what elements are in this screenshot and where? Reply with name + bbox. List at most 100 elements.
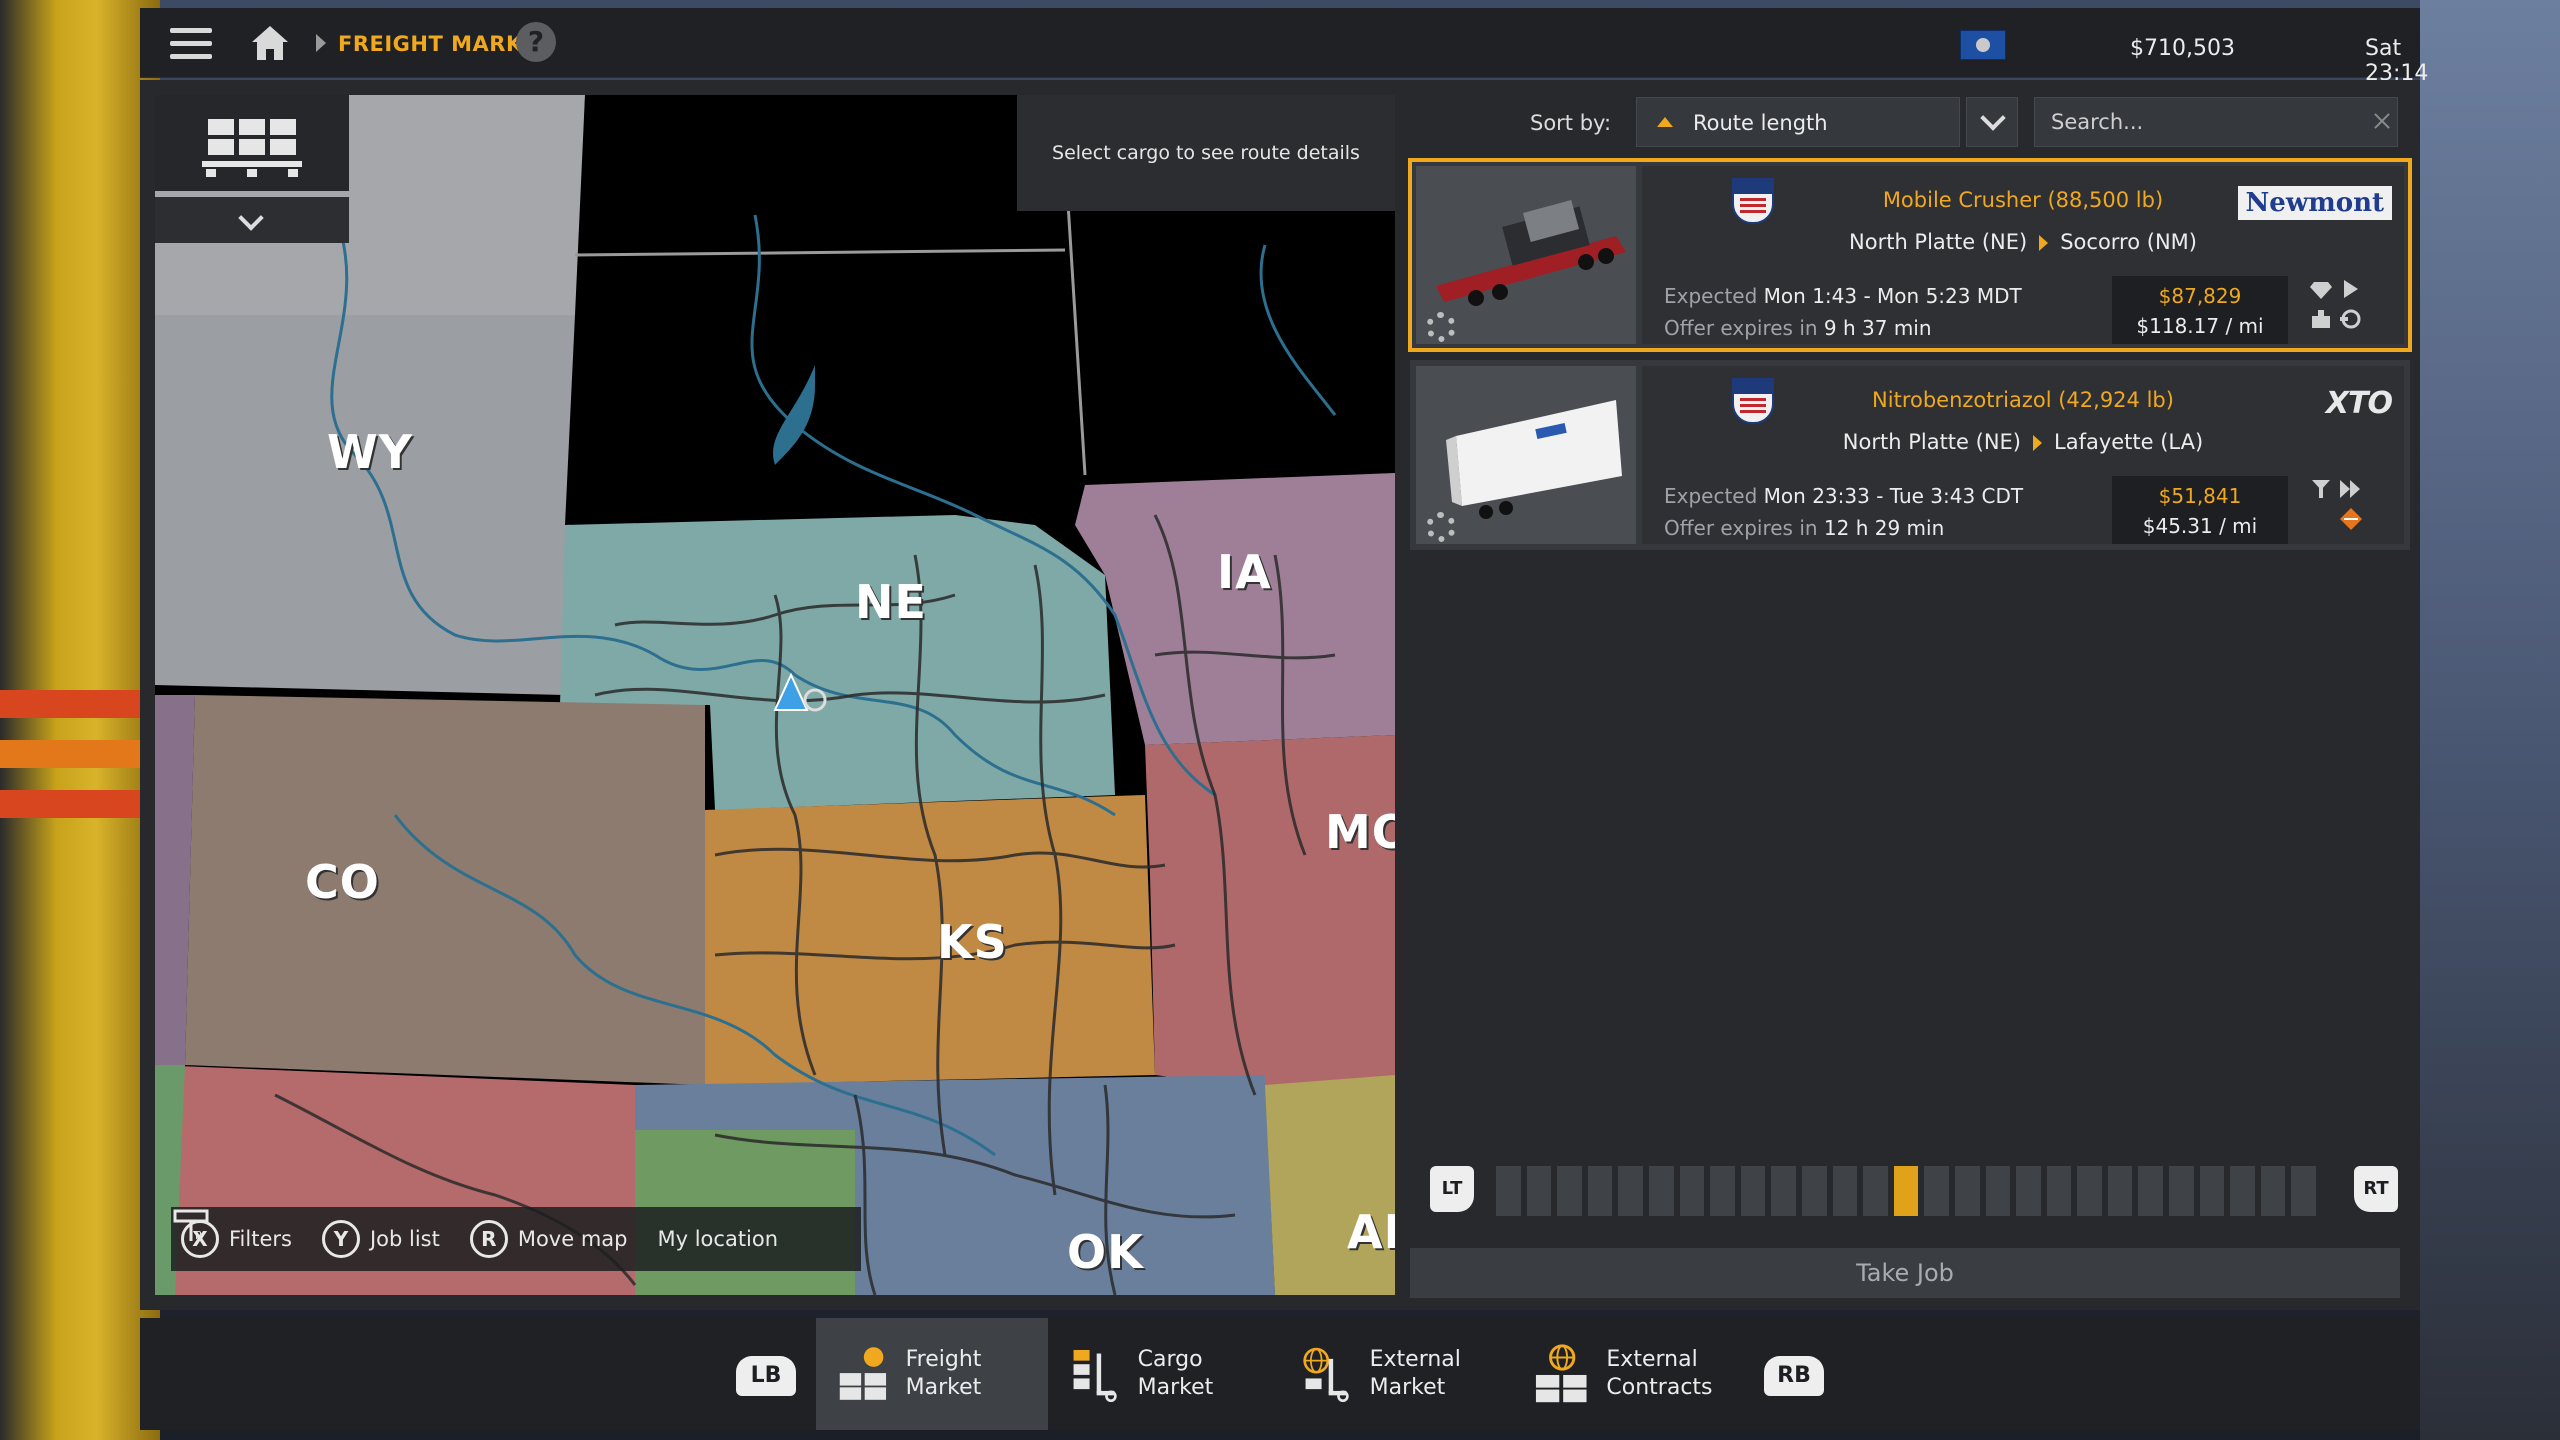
timeline-tick[interactable]	[2138, 1166, 2164, 1216]
my-location-label: My location	[657, 1227, 779, 1251]
xto-logo: XTO	[2325, 386, 2393, 421]
destination-city: Socorro (NM)	[2060, 230, 2197, 254]
lb-button[interactable]: LB	[736, 1356, 796, 1396]
my-location-icon: R	[173, 1209, 209, 1242]
timeline-tick[interactable]	[1618, 1166, 1643, 1216]
timeline-tick[interactable]	[1710, 1166, 1735, 1216]
search-input[interactable]	[2034, 97, 2398, 147]
timeline-tick[interactable]	[1740, 1166, 1766, 1216]
price-per-mile: $45.31 / mi	[2142, 514, 2258, 538]
move-map-control[interactable]: R Move map	[469, 1220, 628, 1258]
freight-market-icon	[839, 1347, 887, 1400]
hazardous-cargo-icon	[2340, 508, 2362, 530]
route-details-hint: Select cargo to see route details	[1017, 95, 1395, 211]
rb-button[interactable]: RB	[1764, 1356, 1824, 1396]
map-view-dropdown[interactable]	[155, 197, 349, 243]
help-icon[interactable]: ?	[516, 22, 556, 62]
state-label: NE	[855, 575, 927, 629]
sort-select[interactable]: Route length	[1636, 97, 1960, 147]
nav-freight-market[interactable]: Freight Market	[816, 1318, 1048, 1430]
cargo-view-toggle-button[interactable]	[155, 95, 349, 191]
pallet-cargo-icon	[202, 119, 302, 177]
job-list-control[interactable]: Y Job list	[321, 1220, 440, 1258]
job-price: $87,829	[2158, 284, 2242, 308]
map-canvas	[155, 95, 1395, 1295]
offer-expiry: Offer expires in 9 h 37 min	[1664, 316, 1932, 340]
timeline-tick[interactable]	[2107, 1166, 2133, 1216]
clear-search-icon[interactable]	[2372, 111, 2392, 131]
nav-external-market[interactable]: External Market	[1280, 1318, 1512, 1430]
state-label: AI	[1347, 1205, 1395, 1259]
timeline-tick[interactable]	[1496, 1166, 1521, 1216]
sort-ascending-icon	[1657, 117, 1673, 127]
price-box: $51,841 $45.31 / mi	[2112, 476, 2288, 544]
nav-label: Cargo Market	[1137, 1347, 1214, 1400]
lt-button[interactable]: LT	[1430, 1166, 1474, 1212]
timeline-tick[interactable]	[1985, 1166, 2011, 1216]
job-list-label: Job list	[369, 1227, 440, 1251]
timeline-tick[interactable]	[1863, 1166, 1888, 1216]
timeline-tick[interactable]	[2169, 1166, 2194, 1216]
timeline-tick[interactable]	[2291, 1166, 2317, 1216]
truck-stripe	[0, 690, 160, 718]
timeline-tick[interactable]	[2230, 1166, 2255, 1216]
timeline-tick[interactable]	[1801, 1166, 1827, 1216]
job-card[interactable]: Mobile Crusher (88,500 lb) Newmont North…	[1408, 158, 2412, 352]
state-label: OK	[1067, 1225, 1144, 1279]
timeline-tick[interactable]	[1648, 1166, 1674, 1216]
external-market-icon	[1303, 1347, 1349, 1403]
timeline-tick[interactable]	[1893, 1166, 1919, 1216]
offer-expiry: Offer expires in 12 h 29 min	[1664, 516, 1945, 540]
price-box: $87,829 $118.17 / mi	[2112, 276, 2288, 344]
price-per-mile: $118.17 / mi	[2136, 314, 2264, 338]
origin-city: North Platte (NE)	[1842, 430, 2021, 454]
job-details: Mobile Crusher (88,500 lb) Newmont North…	[1642, 166, 2404, 344]
job-attribute-icons	[2310, 278, 2390, 338]
timeline-tick[interactable]	[1679, 1166, 1705, 1216]
home-icon[interactable]	[250, 24, 290, 62]
origin-city: North Platte (NE)	[1849, 230, 2028, 254]
state-flag-icon	[1960, 30, 2006, 60]
route-arrow-icon	[2033, 435, 2042, 451]
timeline-tick[interactable]	[1587, 1166, 1613, 1216]
special-transport-icon	[2340, 309, 2361, 329]
take-job-button[interactable]: Take Job	[1410, 1248, 2400, 1298]
timeline-tick[interactable]	[1832, 1166, 1858, 1216]
rt-button[interactable]: RT	[2354, 1166, 2398, 1212]
nav-label: Freight Market	[905, 1347, 982, 1400]
nav-external-contracts[interactable]: External Contracts	[1512, 1318, 1762, 1430]
timeline-tick[interactable]	[2077, 1166, 2102, 1216]
hamburger-menu-icon[interactable]	[170, 28, 212, 60]
y-button-icon: Y	[321, 1220, 360, 1258]
timeline-tick[interactable]	[1526, 1166, 1552, 1216]
job-attribute-icons	[2310, 478, 2390, 538]
job-card[interactable]: Nitrobenzotriazol (42,924 lb) XTO North …	[1410, 360, 2410, 550]
urgent-delivery-icon	[2312, 480, 2330, 498]
timeline-tick[interactable]	[2046, 1166, 2072, 1216]
route-arrow-icon	[2039, 235, 2049, 251]
top-bar: FREIGHT MARKET ? $710,503 Sat 23:14 CDT	[140, 8, 2428, 111]
destination-city: Lafayette (LA)	[2054, 430, 2204, 454]
route-map[interactable]: WY NE IA CO KS MO OK AI Select cargo to …	[155, 95, 1395, 1295]
timeline-tick[interactable]	[1924, 1166, 1949, 1216]
valuable-cargo-icon	[2310, 282, 2332, 299]
nav-label: External Market	[1369, 1347, 1461, 1400]
external-contracts-icon	[1535, 1344, 1587, 1403]
sort-dropdown-chevron-icon[interactable]	[1966, 97, 2018, 147]
my-location-control[interactable]: R My location	[173, 1209, 779, 1251]
route: North Platte (NE) Lafayette (LA)	[1642, 430, 2404, 454]
timeline-tick[interactable]	[2016, 1166, 2041, 1216]
breadcrumb-chevron-icon	[316, 34, 326, 52]
timeline-tick[interactable]	[1954, 1166, 1980, 1216]
job-timeline[interactable]	[1496, 1166, 2317, 1216]
background-sky	[2420, 0, 2560, 1440]
nav-cargo-market[interactable]: Cargo Market	[1048, 1318, 1280, 1430]
timeline-tick[interactable]	[2199, 1166, 2225, 1216]
state-label: KS	[937, 915, 1008, 969]
job-price: $51,841	[2158, 484, 2242, 508]
timeline-tick[interactable]	[1557, 1166, 1582, 1216]
sort-label: Sort by:	[1530, 111, 1612, 135]
svg-text:R: R	[195, 1229, 203, 1242]
timeline-tick[interactable]	[1771, 1166, 1796, 1216]
timeline-tick[interactable]	[2260, 1166, 2286, 1216]
